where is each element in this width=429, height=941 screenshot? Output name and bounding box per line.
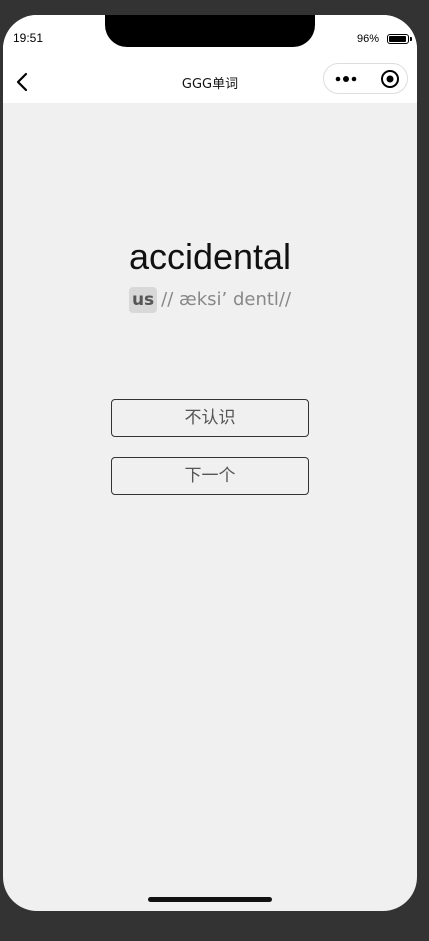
mini-program-capsule	[323, 63, 408, 94]
next-button[interactable]: 下一个	[111, 457, 309, 495]
nav-bar: GGG单词	[3, 60, 417, 103]
close-button[interactable]	[368, 64, 408, 93]
notch	[105, 15, 315, 47]
pronunciation-us-badge[interactable]: us	[128, 287, 158, 313]
battery-percent: 96%	[356, 33, 379, 45]
battery-fill	[389, 36, 407, 42]
battery-tip	[410, 37, 412, 41]
phone-screen: 19:51 96% GGG单词 accidental us // æksi’ d…	[3, 15, 417, 911]
home-indicator	[148, 897, 272, 902]
more-dots-icon	[335, 76, 357, 82]
status-time: 19:51	[13, 31, 44, 45]
phonetic-text: // æksi’ dentl//	[161, 289, 292, 310]
vocabulary-word: accidental	[128, 236, 292, 277]
target-circle-icon	[381, 70, 399, 88]
status-bar: 19:51 96%	[3, 15, 417, 60]
dont-know-button[interactable]: 不认识	[111, 399, 309, 437]
battery-icon	[387, 34, 409, 44]
phonetic-row: us// æksi’ dentl//	[3, 287, 417, 313]
more-button[interactable]	[324, 64, 366, 93]
